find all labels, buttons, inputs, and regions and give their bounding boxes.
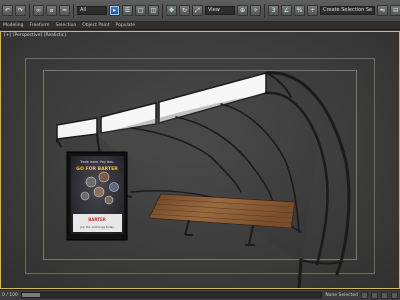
undo-icon[interactable]: ↶	[2, 5, 13, 16]
percent-snap-icon[interactable]: %	[294, 5, 305, 16]
angle-snap-icon[interactable]: ∠	[281, 5, 292, 16]
ribbon-tab-populate[interactable]: Populate	[116, 23, 136, 28]
select-object-icon[interactable]: ▸	[109, 5, 120, 16]
pivot-center-icon[interactable]: ⊕	[237, 5, 248, 16]
spinner-snap-icon[interactable]: ÷	[307, 5, 318, 16]
frame-counter: 0 / 100	[2, 292, 18, 298]
selection-status: None Selected	[325, 292, 358, 298]
select-manipulate-icon[interactable]: ✧	[250, 5, 261, 16]
snaps-toggle-icon[interactable]: 3	[268, 5, 279, 16]
poster-brand: BARTER	[88, 217, 106, 222]
selection-filter-dropdown[interactable]: All	[77, 6, 107, 15]
main-toolbar: ↶ ↷ ∞ ⌀ ≈ All ▸ ☰ □ ◫ ✥ ↻ ⤢ View ⊕ ✧ 3 ∠…	[0, 0, 400, 22]
zoom-icon[interactable]	[371, 291, 378, 299]
named-selection-sets-dropdown[interactable]: Create Selection Se	[320, 6, 376, 15]
status-bar: 0 / 100 None Selected	[0, 289, 400, 300]
redo-icon[interactable]: ↷	[15, 5, 26, 16]
rectangular-selection-icon[interactable]: □	[135, 5, 146, 16]
window-crossing-icon[interactable]: ◫	[148, 5, 159, 16]
ribbon-tab-object-paint[interactable]: Object Paint	[82, 23, 109, 28]
pan-icon[interactable]	[381, 291, 388, 299]
poster-footer: Join the exchange today	[79, 225, 114, 229]
toolbar-separator	[162, 3, 163, 18]
reference-coordinate-dropdown[interactable]: View	[205, 6, 235, 15]
perspective-viewport[interactable]: [+] [Perspective] [Realistic] Trade more…	[0, 31, 400, 289]
bind-spacewarp-icon[interactable]: ≈	[59, 5, 70, 16]
rotate-icon[interactable]: ↻	[179, 5, 190, 16]
ribbon-tab-modeling[interactable]: Modeling	[3, 23, 23, 28]
mirror-icon[interactable]: ⇋	[377, 5, 389, 16]
poster-subline: Trade more. Pay less.	[79, 160, 114, 164]
ribbon-tabs: Modeling Freeform Selection Object Paint…	[0, 22, 400, 30]
toolbar-separator	[29, 3, 30, 18]
ribbon-tab-selection[interactable]: Selection	[56, 23, 77, 28]
lock-selection-icon[interactable]	[361, 291, 368, 299]
select-by-name-icon[interactable]: ☰	[122, 5, 133, 16]
ribbon-tab-freeform[interactable]: Freeform	[29, 23, 49, 28]
time-slider[interactable]	[20, 292, 323, 298]
move-icon[interactable]: ✥	[166, 5, 177, 16]
time-slider-thumb[interactable]	[21, 293, 40, 297]
poster-headline: GO FOR BARTER	[76, 166, 118, 172]
bus-shelter-model[interactable]: Trade more. Pay less. GO FOR BARTER BART…	[1, 32, 400, 289]
align-icon[interactable]: ⊟	[390, 5, 400, 16]
toolbar-separator	[264, 3, 265, 18]
orbit-icon[interactable]	[391, 291, 398, 299]
link-icon[interactable]: ∞	[33, 5, 44, 16]
unlink-icon[interactable]: ⌀	[46, 5, 57, 16]
toolbar-separator	[73, 3, 74, 18]
scale-icon[interactable]: ⤢	[192, 5, 203, 16]
left-frame-post	[56, 138, 62, 148]
